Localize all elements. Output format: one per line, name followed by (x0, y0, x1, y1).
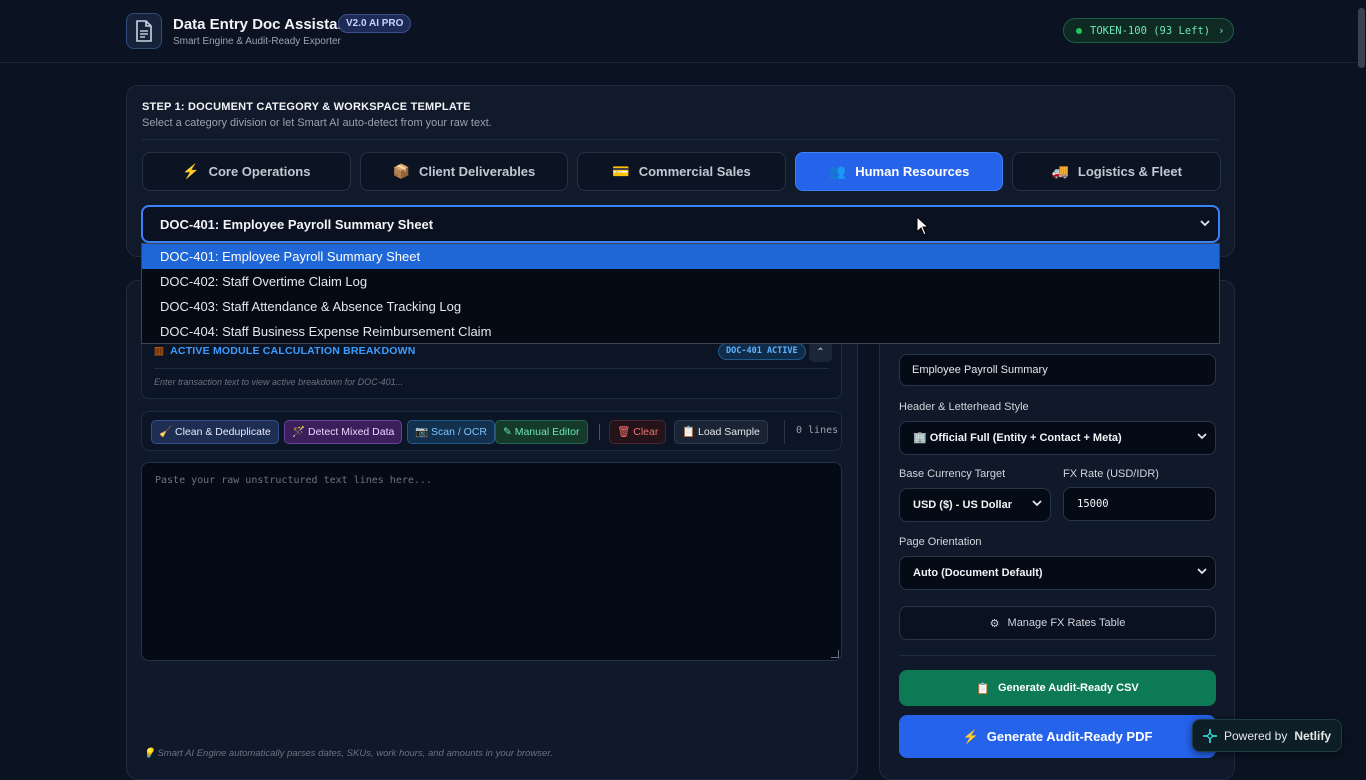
category-tabs: ⚡ Core Operations 📦 Client Deliverables 💳 C… (142, 152, 1221, 191)
line-count: 0 lines (784, 420, 838, 444)
template-dropdown: DOC-401: Employee Payroll Summary Sheet … (141, 243, 1220, 344)
detect-mixed-data-button[interactable]: 🪄 Detect Mixed Data (284, 420, 403, 444)
chevron-down-icon (1032, 489, 1042, 521)
currency-label: Base Currency Target (899, 468, 1006, 480)
orientation-select[interactable]: Auto (Document Default) (899, 556, 1216, 590)
load-sample-button[interactable]: 📋 Load Sample (674, 420, 768, 444)
token-status-button[interactable]: TOKEN-100 (93 Left) › (1063, 18, 1234, 43)
tab-label: Core Operations (208, 164, 311, 179)
collapse-button[interactable]: ⌃ (809, 342, 832, 362)
generate-csv-label: Generate Audit-Ready CSV (997, 682, 1139, 694)
manual-editor-button[interactable]: ✎ Manual Editor (495, 420, 588, 444)
lightning-icon: ⚡ (182, 163, 200, 179)
clear-button[interactable]: 🗑 Clear (609, 420, 667, 444)
editor-toolbar: 🧹 Clean & Deduplicate 🪄 Detect Mixed Dat… (141, 411, 842, 451)
template-select-value: DOC-401: Employee Payroll Summary Sheet (160, 216, 434, 232)
currency-select[interactable]: USD ($) - US Dollar (899, 488, 1051, 522)
letterhead-label: Header & Letterhead Style (899, 401, 1029, 413)
letterhead-select[interactable]: 🏢 Official Full (Entity + Contact + Meta… (899, 421, 1216, 455)
currency-value: USD ($) - US Dollar (913, 499, 1013, 511)
lightning-icon: ⚡ (962, 728, 979, 744)
status-dot-icon (1076, 27, 1082, 34)
gear-icon: ⚙ (989, 617, 1000, 630)
tab-client-deliverables[interactable]: 📦 Client Deliverables (359, 152, 569, 191)
chevron-down-icon (1197, 422, 1207, 454)
tab-label: Commercial Sales (638, 164, 751, 179)
orientation-value: Auto (Document Default) (913, 567, 1043, 579)
document-title-input[interactable]: Employee Payroll Summary (899, 354, 1216, 386)
netlify-prefix: Powered by (1223, 728, 1288, 743)
template-option-doc-404[interactable]: DOC-404: Staff Business Expense Reimburs… (142, 319, 1219, 344)
generate-csv-button[interactable]: 📋 Generate Audit-Ready CSV (899, 670, 1216, 706)
netlify-brand: Netlify (1294, 728, 1332, 743)
module-title: ▥ ACTIVE MODULE CALCULATION BREAKDOWN (154, 345, 416, 357)
divider (142, 139, 1219, 140)
chevron-down-icon (1200, 218, 1210, 230)
netlify-badge[interactable]: Powered by Netlify (1192, 719, 1342, 752)
top-bar: Data Entry Doc Assistant V2.0 AI PRO Sma… (0, 0, 1366, 63)
manage-fx-rates-button[interactable]: ⚙ Manage FX Rates Table (899, 606, 1216, 640)
abacus-icon: ▥ (154, 345, 165, 357)
template-select[interactable]: DOC-401: Employee Payroll Summary Sheet (141, 205, 1220, 243)
tab-human-resources[interactable]: 👥 Human Resources (794, 152, 1004, 191)
tab-label: Human Resources (855, 164, 970, 179)
module-breakdown-panel: ▥ ACTIVE MODULE CALCULATION BREAKDOWN DOC… (141, 338, 842, 399)
clean-deduplicate-button[interactable]: 🧹 Clean & Deduplicate (151, 420, 279, 444)
scan-ocr-button[interactable]: 📷 Scan / OCR (407, 420, 496, 444)
raw-text-input[interactable]: Paste your raw unstructured text lines h… (141, 462, 842, 661)
generate-pdf-button[interactable]: ⚡ Generate Audit-Ready PDF (899, 715, 1216, 758)
manage-fx-label: Manage FX Rates Table (1007, 617, 1126, 629)
app-title: Data Entry Doc Assistant (173, 16, 352, 33)
chevron-up-icon: ⌃ (816, 346, 825, 358)
module-status-badge: DOC-401 ACTIVE (718, 343, 806, 360)
truck-icon: 🚚 (1051, 163, 1069, 179)
module-hint: Enter transaction text to view active br… (154, 377, 404, 387)
app-logo-icon (126, 13, 162, 49)
generate-pdf-label: Generate Audit-Ready PDF (986, 729, 1153, 744)
scrollbar[interactable] (1357, 0, 1366, 768)
letterhead-value: 🏢 Official Full (Entity + Contact + Meta… (913, 432, 1122, 444)
template-option-doc-402[interactable]: DOC-402: Staff Overtime Claim Log (142, 269, 1219, 294)
ai-footnote: 💡 Smart AI Engine automatically parses d… (143, 748, 553, 759)
version-badge: V2.0 AI PRO (338, 14, 412, 33)
fx-rate-label: FX Rate (USD/IDR) (1063, 468, 1159, 480)
step1-title: STEP 1: DOCUMENT CATEGORY & WORKSPACE TE… (142, 101, 471, 113)
divider (154, 368, 829, 369)
chevron-right-icon: › (1218, 24, 1225, 37)
package-icon: 📦 (392, 163, 410, 179)
tab-label: Client Deliverables (418, 164, 536, 179)
chevron-down-icon (1197, 557, 1207, 589)
fx-rate-input[interactable]: 15000 (1063, 487, 1216, 521)
credit-card-icon: 💳 (612, 163, 630, 179)
tab-label: Logistics & Fleet (1077, 164, 1182, 179)
template-option-doc-403[interactable]: DOC-403: Staff Attendance & Absence Trac… (142, 294, 1219, 319)
people-icon: 👥 (828, 163, 847, 179)
clipboard-icon: 📋 (976, 682, 990, 695)
orientation-label: Page Orientation (899, 536, 982, 548)
mouse-cursor-icon (916, 216, 930, 236)
step1-description: Select a category division or let Smart … (142, 117, 492, 129)
divider (899, 655, 1216, 656)
scrollbar-thumb[interactable] (1358, 8, 1365, 68)
tab-commercial-sales[interactable]: 💳 Commercial Sales (577, 152, 786, 191)
tab-logistics-fleet[interactable]: 🚚 Logistics & Fleet (1012, 152, 1221, 191)
token-label: TOKEN-100 (93 Left) (1090, 24, 1211, 37)
netlify-logo-icon (1202, 728, 1217, 743)
divider (599, 424, 600, 440)
template-option-doc-401[interactable]: DOC-401: Employee Payroll Summary Sheet (142, 244, 1219, 269)
app-subtitle: Smart Engine & Audit-Ready Exporter (173, 36, 341, 47)
resize-handle-icon[interactable] (831, 650, 839, 658)
raw-text-placeholder: Paste your raw unstructured text lines h… (155, 475, 432, 486)
tab-core-operations[interactable]: ⚡ Core Operations (142, 152, 351, 191)
